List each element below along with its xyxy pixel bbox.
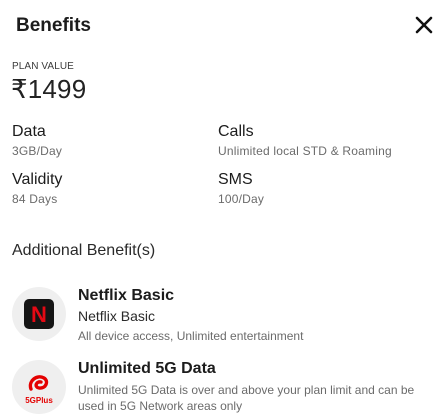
spec-data: Data 3GB/Day — [12, 123, 62, 158]
spec-validity-value: 84 Days — [12, 192, 58, 206]
plan-value-label: PLAN VALUE — [12, 61, 74, 72]
netflix-badge: N — [12, 287, 66, 341]
spec-sms-label: SMS — [218, 171, 253, 188]
plan-value-amount: ₹1499 — [11, 74, 87, 104]
airtel-5gplus-icon: 5GPlus — [25, 375, 53, 405]
netflix-logo-letter: N — [31, 302, 47, 327]
close-button[interactable] — [412, 13, 436, 37]
airtel-5gplus-label: 5GPlus — [25, 396, 53, 405]
benefit-title: Netflix Basic — [78, 287, 175, 304]
spec-data-value: 3GB/Day — [12, 144, 63, 158]
benefit-description: All device access, Unlimited entertainme… — [78, 329, 304, 343]
spec-validity-label: Validity — [12, 171, 63, 188]
spec-calls-label: Calls — [218, 123, 254, 140]
spec-sms-value: 100/Day — [218, 192, 265, 206]
spec-validity: Validity 84 Days — [12, 171, 62, 206]
benefit-subtitle: Netflix Basic — [78, 308, 156, 324]
benefit-description: Unlimited 5G Data is over and above your… — [78, 383, 415, 413]
benefit-title: Unlimited 5G Data — [78, 360, 216, 377]
netflix-logo-icon: N — [24, 299, 54, 329]
additional-benefits-heading: Additional Benefit(s) — [12, 242, 156, 259]
spec-sms: SMS 100/Day — [218, 171, 264, 206]
spec-data-label: Data — [12, 123, 46, 140]
spec-calls-value: Unlimited local STD & Roaming — [218, 144, 392, 158]
spec-calls: Calls Unlimited local STD & Roaming — [218, 123, 392, 158]
page-title: Benefits — [16, 15, 91, 36]
airtel-badge: 5GPlus — [12, 360, 66, 414]
close-icon — [415, 16, 433, 34]
